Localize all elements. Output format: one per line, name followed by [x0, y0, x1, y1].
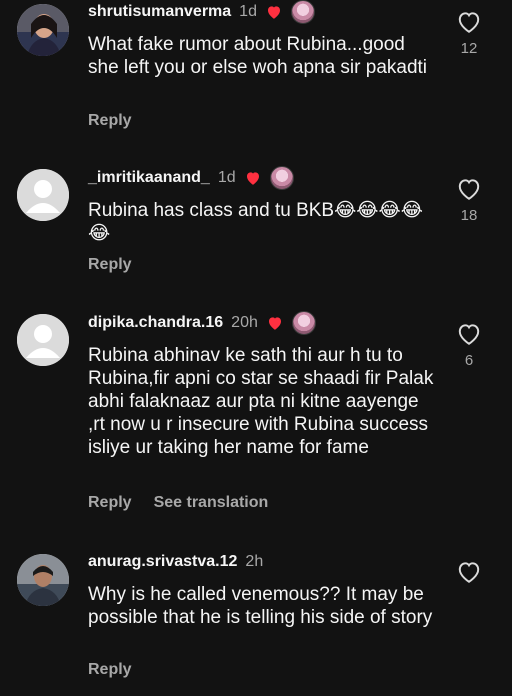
- comment-text: Why is he called venemous?? It may be po…: [88, 584, 433, 628]
- avatar[interactable]: [17, 554, 69, 606]
- comment-header: anurag.srivastva.12 2h: [88, 550, 263, 574]
- like-control[interactable]: 12: [452, 10, 486, 57]
- default-avatar-icon: [17, 314, 69, 366]
- see-translation-button[interactable]: See translation: [154, 494, 269, 512]
- timestamp: 2h: [245, 553, 264, 570]
- comment-actions: Reply: [88, 112, 132, 130]
- creator-avatar: [290, 0, 315, 24]
- reply-button[interactable]: Reply: [88, 112, 132, 130]
- like-control[interactable]: 6: [452, 322, 486, 369]
- like-control[interactable]: [452, 560, 486, 590]
- username[interactable]: shrutisumanverma: [88, 3, 231, 21]
- comment-text: Rubina abhinav ke sath thi aur h tu to R…: [88, 345, 434, 458]
- timestamp: 1d: [217, 169, 236, 186]
- heart-outline-icon[interactable]: [456, 177, 482, 201]
- creator-avatar: [291, 311, 316, 335]
- avatar[interactable]: [17, 169, 69, 221]
- creator-liked-heart-icon: [268, 317, 281, 330]
- timestamp: 1d: [239, 3, 257, 20]
- profile-photo-icon: [17, 4, 69, 56]
- username[interactable]: _imritikaanand_: [88, 169, 210, 187]
- comment-actions: Reply See translation: [88, 494, 268, 512]
- heart-outline-icon[interactable]: [456, 560, 482, 584]
- creator-avatar: [269, 166, 294, 190]
- like-count: 12: [460, 40, 478, 57]
- reply-button[interactable]: Reply: [88, 661, 132, 679]
- like-count: 6: [464, 352, 474, 369]
- comment-actions: Reply: [88, 661, 132, 679]
- default-avatar-icon: [17, 169, 69, 221]
- avatar[interactable]: [17, 314, 69, 366]
- comment-text: What fake rumor about Rubina...good she …: [88, 34, 428, 78]
- comment-text: Rubina has class and tu BKB😂😂😂😂😂: [88, 200, 423, 244]
- comment-header: _imritikaanand_ 1d: [88, 166, 294, 190]
- like-control[interactable]: 18: [452, 177, 486, 224]
- heart-outline-icon[interactable]: [456, 10, 482, 34]
- reply-button[interactable]: Reply: [88, 256, 132, 274]
- username[interactable]: dipika.chandra.16: [88, 314, 223, 332]
- comment-actions: Reply: [88, 256, 132, 274]
- creator-liked-heart-icon: [267, 6, 280, 19]
- comment-header: shrutisumanverma 1d: [88, 0, 315, 24]
- like-count: 18: [460, 207, 478, 224]
- heart-outline-icon[interactable]: [456, 322, 482, 346]
- username[interactable]: anurag.srivastva.12: [88, 553, 237, 571]
- reply-button[interactable]: Reply: [88, 494, 132, 512]
- creator-liked-heart-icon: [246, 172, 259, 185]
- avatar[interactable]: [17, 4, 69, 56]
- comment-header: dipika.chandra.16 20h: [88, 311, 316, 335]
- timestamp: 20h: [231, 314, 258, 331]
- profile-photo-icon: [17, 554, 69, 606]
